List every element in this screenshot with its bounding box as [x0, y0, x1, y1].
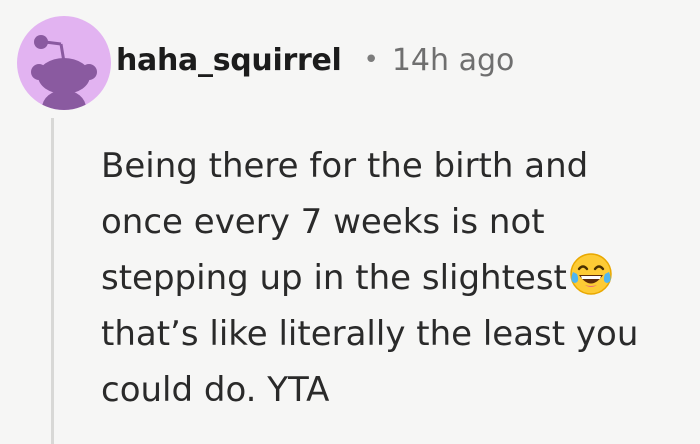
comment-body-line: could do. YTA: [101, 370, 330, 410]
comment-body: Being there for the birth and once every…: [101, 138, 696, 418]
snoo-avatar-icon: [31, 35, 97, 110]
comment-body-line: that’s like literally the least you: [101, 314, 639, 354]
avatar[interactable]: [17, 16, 111, 110]
thread-line[interactable]: [51, 118, 54, 444]
comment-body-line: stepping up in the slightest: [101, 258, 567, 298]
comment-header: haha_squirrel • 14h ago: [116, 38, 514, 82]
separator-dot: •: [363, 45, 379, 75]
face-with-tears-of-joy-icon: [569, 252, 613, 296]
author-username[interactable]: haha_squirrel: [116, 43, 342, 78]
comment-body-line: Being there for the birth and: [101, 146, 589, 186]
timestamp[interactable]: 14h ago: [392, 43, 515, 78]
comment-body-line-with-emoji: stepping up in the slightest: [101, 250, 696, 306]
comment-body-line: once every 7 weeks is not: [101, 202, 545, 242]
